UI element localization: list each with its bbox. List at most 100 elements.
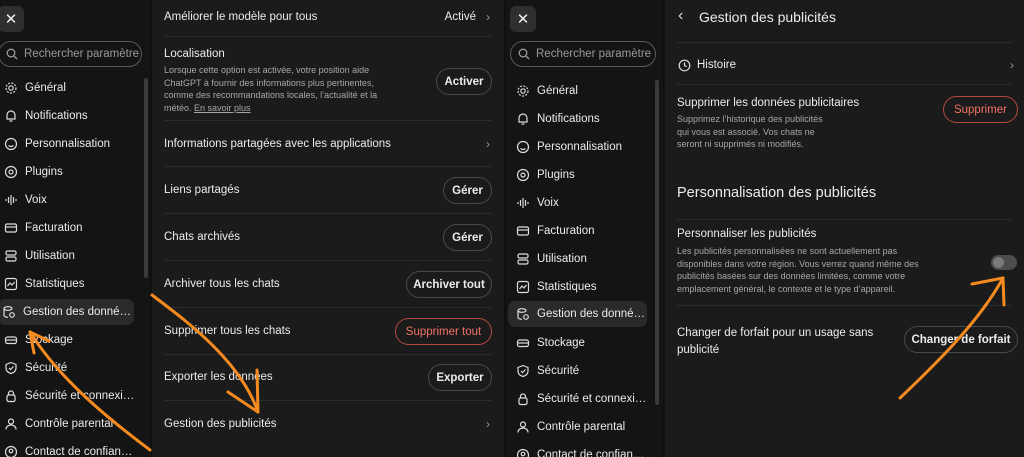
search-icon [6, 48, 18, 60]
nav-label: Personnalisation [25, 138, 111, 150]
shared-links-label: Liens partagés [164, 184, 240, 196]
nav-voice[interactable]: Voix [512, 190, 559, 216]
divider [677, 219, 1012, 220]
nav-billing[interactable]: Facturation [0, 215, 83, 241]
nav-plugins[interactable]: Plugins [512, 162, 575, 188]
delete-ad-data-button[interactable]: Supprimer [943, 96, 1018, 123]
nav-label: Statistiques [25, 278, 85, 290]
scrollbar[interactable] [655, 80, 659, 405]
nav-label: Sécurité et connexi… [25, 390, 135, 402]
nav-label: Contact de confian… [25, 446, 133, 457]
search-icon [518, 48, 530, 60]
divider [677, 84, 1012, 85]
chevron-right-icon[interactable]: › [1010, 58, 1014, 72]
archive-all-label: Archiver tous les chats [164, 278, 280, 290]
back-chevron-icon[interactable]: ‹ [678, 7, 683, 25]
nav-notifications[interactable]: Notifications [0, 103, 88, 129]
learn-more-link[interactable]: En savoir plus [194, 103, 251, 113]
nav-notifications[interactable]: Notifications [512, 106, 600, 132]
gear-icon [5, 82, 17, 94]
change-plan-button[interactable]: Changer de forfait [904, 326, 1018, 353]
nav-personalization[interactable]: Personnalisation [512, 134, 622, 160]
divider [164, 120, 492, 121]
nav-trusted-contact[interactable]: Contact de confian… [0, 439, 132, 457]
divider [164, 307, 492, 308]
lock-icon [518, 393, 528, 406]
divider [164, 354, 492, 355]
nav-security-login[interactable]: Sécurité et connexi… [0, 383, 134, 409]
shared-links-manage-button[interactable]: Gérer [443, 177, 492, 204]
search-placeholder: Rechercher paramètre [24, 48, 140, 60]
nav-label: Facturation [25, 222, 83, 234]
nav-usage[interactable]: Utilisation [0, 243, 75, 269]
storage-icon [4, 336, 18, 345]
improve-model-value[interactable]: Activé [445, 11, 476, 23]
nav-general[interactable]: Général [512, 78, 578, 104]
lock-icon [6, 390, 16, 403]
location-activate-button[interactable]: Activer [436, 68, 492, 95]
nav-security[interactable]: Sécurité [512, 358, 579, 384]
delete-all-button[interactable]: Supprimer tout [395, 318, 492, 345]
nav-security[interactable]: Sécurité [0, 355, 67, 381]
nav-data-controls[interactable]: Gestion des donné… [0, 299, 134, 325]
nav-billing[interactable]: Facturation [512, 218, 595, 244]
chevron-right-icon[interactable]: › [486, 10, 490, 24]
personalize-ads-toggle[interactable] [991, 255, 1017, 270]
nav-personalization[interactable]: Personnalisation [0, 131, 110, 157]
delete-ad-data-label: Supprimer les données publicitaires [677, 97, 860, 109]
nav-voice[interactable]: Voix [0, 187, 47, 213]
waveform-icon [517, 198, 529, 208]
nav-label: Sécurité [537, 365, 580, 377]
archived-chats-manage-button[interactable]: Gérer [443, 224, 492, 251]
data-controls-panel: Améliorer le modèle pour tous Activé › L… [152, 0, 504, 457]
improve-model-label[interactable]: Améliorer le modèle pour tous [164, 11, 317, 23]
archive-all-button[interactable]: Archiver tout [406, 271, 492, 298]
divider [677, 305, 1012, 306]
search-input[interactable]: Rechercher paramètre [0, 41, 142, 67]
nav-trusted-contact[interactable]: Contact de confian… [512, 442, 644, 457]
location-label: Localisation [164, 48, 225, 60]
nav-label: Général [537, 85, 578, 97]
personalize-ads-desc: Les publicités personnalisées ne sont ac… [677, 246, 919, 294]
scrollbar[interactable] [144, 78, 148, 278]
database-gear-icon [3, 306, 15, 318]
change-plan-label: Changer de forfait pour un usage sans pu… [677, 327, 874, 356]
contact-icon [4, 445, 18, 457]
nav-label: Sécurité et connexi… [537, 393, 647, 405]
chevron-right-icon[interactable]: › [486, 417, 490, 431]
nav-statistics[interactable]: Statistiques [512, 274, 596, 300]
nav-data-controls[interactable]: Gestion des donné… [508, 301, 647, 327]
export-button[interactable]: Exporter [428, 364, 492, 391]
close-icon[interactable]: ✕ [510, 6, 536, 32]
nav-label: Voix [25, 194, 47, 206]
chart-icon [516, 280, 530, 294]
nav-label: Utilisation [537, 253, 587, 265]
search-input[interactable]: Rechercher paramètre [510, 41, 656, 67]
clock-icon [678, 59, 691, 72]
shield-icon [5, 361, 17, 375]
close-icon[interactable]: ✕ [0, 6, 24, 32]
shared-apps-label[interactable]: Informations partagées avec les applicat… [164, 138, 391, 150]
nav-label: Utilisation [25, 250, 75, 262]
nav-parental-control[interactable]: Contrôle parental [0, 411, 113, 437]
delete-ad-data-desc: Supprimez l’historique des publicités qu… [677, 114, 823, 149]
chart-icon [4, 277, 18, 291]
chevron-right-icon[interactable]: › [486, 137, 490, 151]
nav-label: Plugins [25, 166, 63, 178]
nav-statistics[interactable]: Statistiques [0, 271, 84, 297]
nav-parental-control[interactable]: Contrôle parental [512, 414, 625, 440]
nav-storage[interactable]: Stockage [0, 327, 73, 353]
nav-label: Voix [537, 197, 559, 209]
nav-label: Notifications [537, 113, 600, 125]
history-label[interactable]: Histoire [697, 59, 736, 71]
divider [164, 166, 492, 167]
at-icon [516, 168, 530, 182]
ads-management-label[interactable]: Gestion des publicités [164, 418, 277, 430]
personalize-ads-label: Personnaliser les publicités [677, 228, 817, 240]
nav-general[interactable]: Général [0, 75, 66, 101]
nav-security-login[interactable]: Sécurité et connexi… [512, 386, 646, 412]
nav-plugins[interactable]: Plugins [0, 159, 63, 185]
at-icon [4, 165, 18, 179]
nav-usage[interactable]: Utilisation [512, 246, 587, 272]
nav-storage[interactable]: Stockage [512, 330, 585, 356]
